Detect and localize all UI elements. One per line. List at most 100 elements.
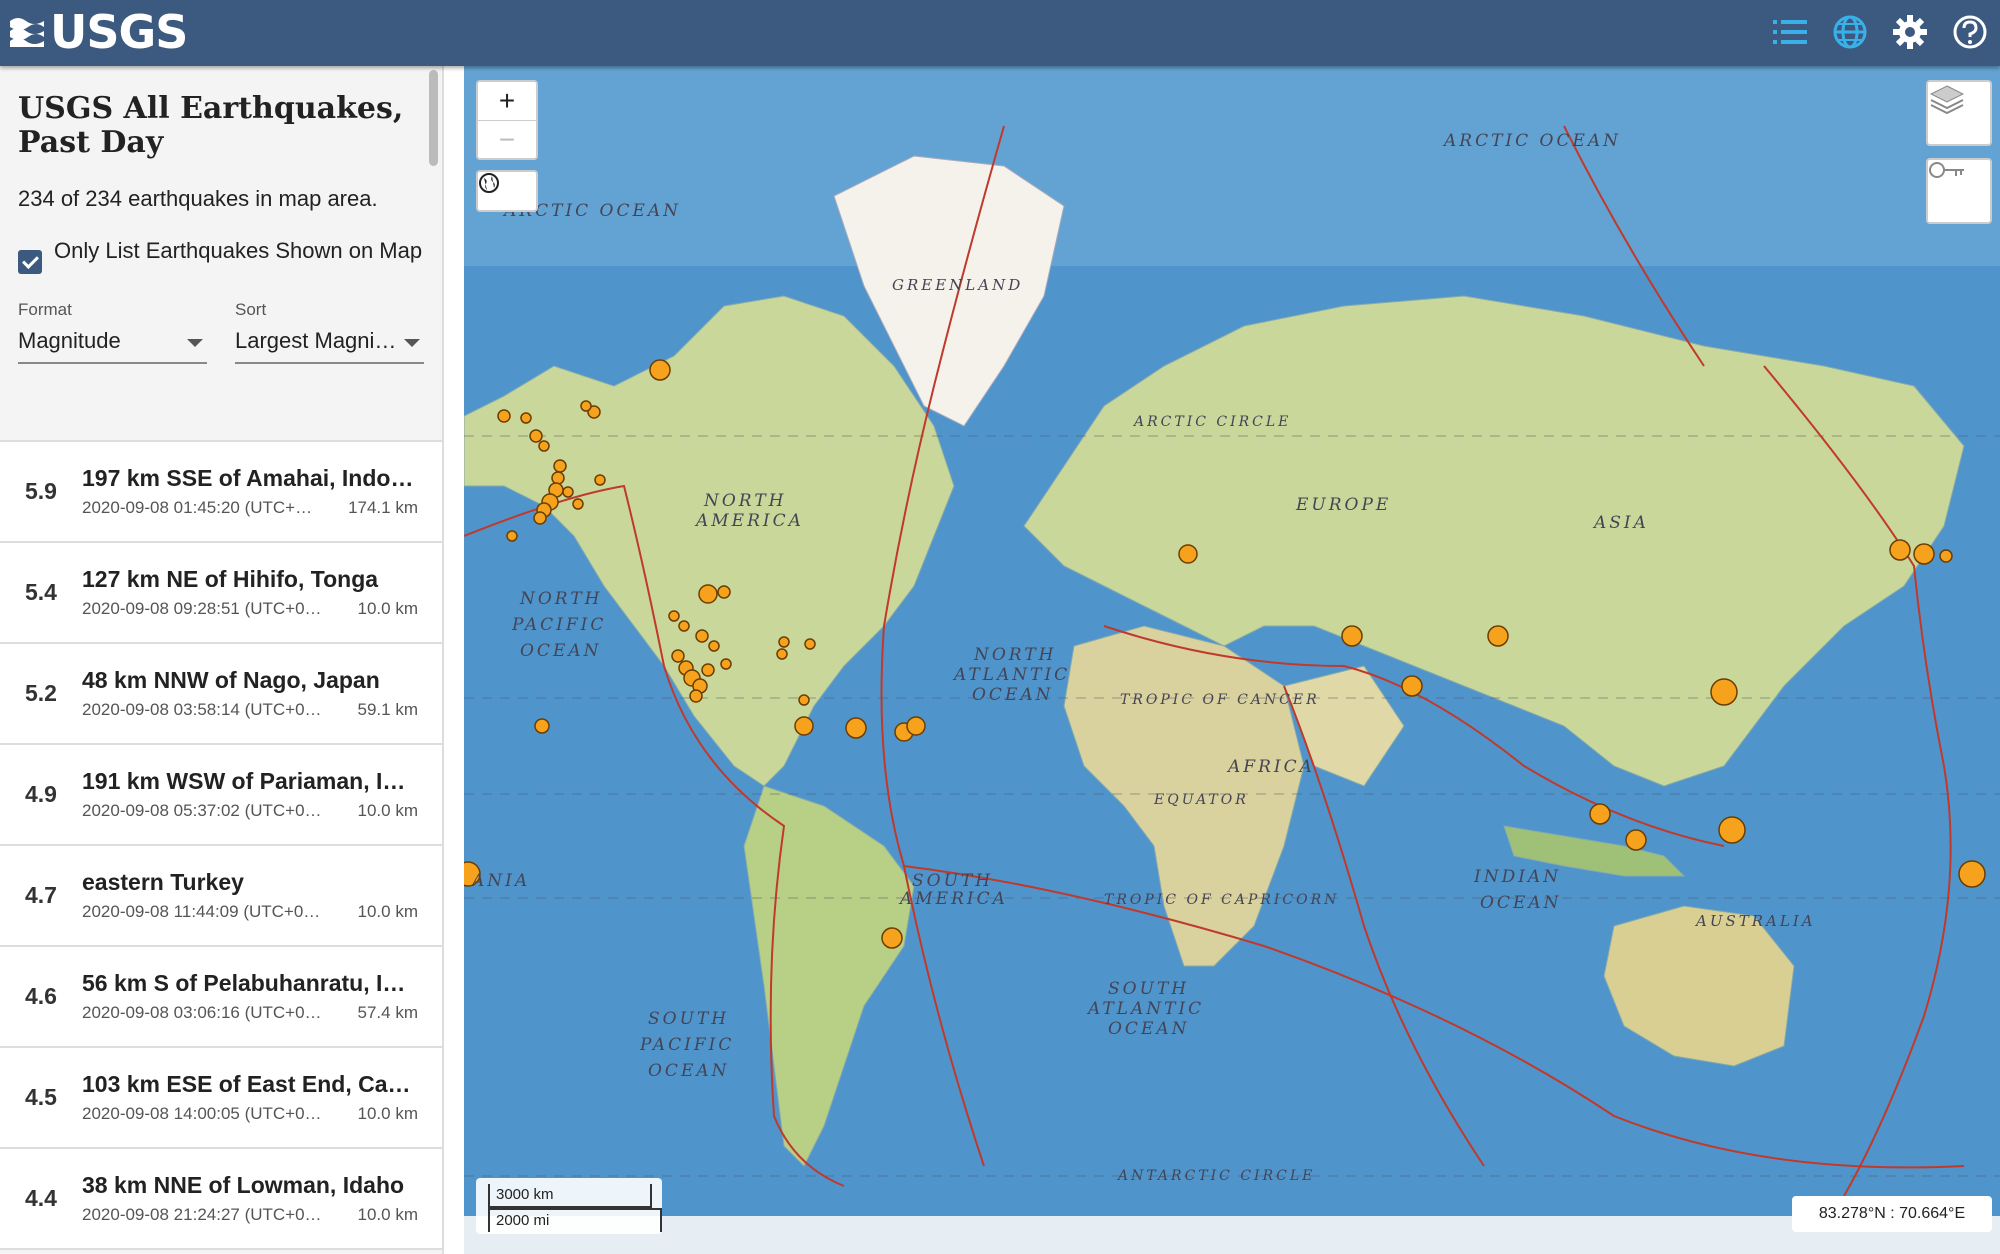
earthquake-list-item[interactable]: 4.9 191 km WSW of Pariaman, In… 2020-09-… [0, 745, 442, 846]
settings-button[interactable] [1886, 8, 1934, 56]
world-map[interactable]: ARCTIC OCEAN ARCTIC OCEAN GREENLAND ARCT… [464, 66, 2000, 1254]
key-icon [1929, 162, 1964, 178]
earthquake-marker[interactable] [1401, 675, 1423, 697]
earthquake-marker[interactable] [720, 658, 732, 670]
earthquake-marker[interactable] [798, 694, 810, 706]
sort-select[interactable]: Sort Largest Magni… [235, 300, 424, 364]
top-bar: USGS [0, 0, 2000, 66]
eq-time: 2020-09-08 03:58:14 (UTC+0… [82, 700, 322, 719]
eq-place: 56 km S of Pelabuhanratu, In… [82, 970, 418, 996]
only-list-label: Only List Earthquakes Shown on Map [54, 238, 423, 263]
earthquake-marker[interactable] [689, 689, 703, 703]
earthquake-marker[interactable] [881, 927, 903, 949]
earthquake-marker[interactable] [1710, 678, 1738, 706]
earthquake-marker[interactable] [1625, 829, 1647, 851]
globe-icon [479, 173, 499, 193]
eq-magnitude: 4.5 [25, 1084, 57, 1110]
sidebar-scrollbar[interactable] [429, 70, 438, 166]
earthquake-marker[interactable] [533, 511, 547, 525]
eq-time: 2020-09-08 14:00:05 (UTC+0… [82, 1104, 322, 1123]
earthquake-marker[interactable] [1178, 544, 1198, 564]
earthquake-marker[interactable] [580, 400, 592, 412]
label-south-atlantic-2: ATLANTIC [1086, 999, 1204, 1019]
earthquake-marker[interactable] [1487, 625, 1509, 647]
earthquake-marker[interactable] [529, 429, 543, 443]
earthquake-marker[interactable] [717, 585, 731, 599]
usgs-logo[interactable]: USGS [8, 5, 188, 59]
map-view-button[interactable] [1826, 8, 1874, 56]
label-north-atlantic-2: ATLANTIC [952, 665, 1070, 685]
earthquake-marker[interactable] [520, 412, 532, 424]
earthquake-marker[interactable] [1718, 816, 1746, 844]
label-indian-ocean-2: OCEAN [1480, 893, 1562, 913]
sort-label: Sort [235, 300, 267, 319]
earthquake-marker[interactable] [845, 717, 867, 739]
layers-icon [1929, 85, 1965, 115]
earthquake-list-item[interactable]: 4.4 38 km NNE of Lowman, Idaho 2020-09-0… [0, 1149, 442, 1250]
earthquake-marker[interactable] [534, 718, 550, 734]
help-button[interactable] [1946, 8, 1994, 56]
zoom-out-button[interactable]: − [478, 120, 536, 159]
earthquake-marker[interactable] [906, 716, 926, 736]
label-north-pacific-2: PACIFIC [511, 615, 606, 635]
earthquake-marker[interactable] [678, 620, 690, 632]
earthquake-marker[interactable] [1341, 625, 1363, 647]
earthquake-marker[interactable] [538, 440, 550, 452]
label-north-america-1: NORTH [703, 491, 786, 511]
earthquake-marker[interactable] [698, 584, 718, 604]
sort-value[interactable]: Largest Magni… [235, 328, 424, 364]
world-view-button[interactable] [476, 170, 538, 212]
earthquake-marker[interactable] [668, 610, 680, 622]
earthquake-marker[interactable] [1889, 539, 1911, 561]
earthquake-marker[interactable] [794, 716, 814, 736]
earthquake-marker[interactable] [497, 409, 511, 423]
eq-place: 197 km SSE of Amahai, Indon… [82, 465, 418, 491]
earthquake-list-item[interactable]: 5.4 127 km NE of Hihifo, Tonga 2020-09-0… [0, 543, 442, 644]
scale-mi: 2000 mi [488, 1208, 662, 1232]
earthquake-list-item[interactable]: 4.7 eastern Turkey 2020-09-08 11:44:09 (… [0, 846, 442, 947]
earthquake-marker[interactable] [1589, 803, 1611, 825]
earthquake-marker[interactable] [671, 649, 685, 663]
gear-icon [1893, 15, 1927, 49]
earthquake-marker[interactable] [572, 498, 584, 510]
zoom-in-button[interactable]: + [478, 82, 536, 120]
label-north-atlantic-3: OCEAN [972, 685, 1054, 705]
label-south-pacific-2: PACIFIC [639, 1035, 734, 1055]
layers-button[interactable] [1926, 80, 1992, 146]
earthquake-marker[interactable] [778, 636, 790, 648]
legend-button[interactable] [1926, 158, 1992, 224]
list-view-button[interactable] [1766, 8, 1814, 56]
earthquake-marker[interactable] [776, 648, 788, 660]
earthquake-list-item[interactable]: 4.6 56 km S of Pelabuhanratu, In… 2020-0… [0, 947, 442, 1048]
earthquake-list-item[interactable]: 4.5 103 km ESE of East End, Cay… 2020-09… [0, 1048, 442, 1149]
earthquake-marker[interactable] [695, 629, 709, 643]
eq-magnitude: 4.6 [25, 983, 57, 1009]
usgs-wave-icon [10, 18, 44, 47]
only-list-shown-toggle[interactable]: Only List Earthquakes Shown on Map [18, 234, 424, 274]
map-canvas[interactable]: ARCTIC OCEAN ARCTIC OCEAN GREENLAND ARCT… [464, 66, 2000, 1254]
checkbox-checked-icon[interactable] [18, 250, 42, 274]
earthquake-marker[interactable] [649, 359, 671, 381]
label-south-america-1: SOUTH [912, 871, 993, 891]
earthquake-marker[interactable] [551, 471, 565, 485]
eq-place: 48 km NNW of Nago, Japan [82, 667, 380, 693]
earthquake-marker[interactable] [1913, 543, 1935, 565]
earthquake-marker[interactable] [553, 459, 567, 473]
earthquake-list-item[interactable]: 5.9 197 km SSE of Amahai, Indon… 2020-09… [0, 442, 442, 543]
label-equator: EQUATOR [1153, 792, 1249, 808]
earthquake-marker[interactable] [562, 486, 574, 498]
earthquake-marker[interactable] [506, 530, 518, 542]
earthquake-marker[interactable] [1958, 860, 1986, 888]
format-value[interactable]: Magnitude [18, 328, 207, 364]
earthquake-marker[interactable] [804, 638, 816, 650]
format-select[interactable]: Format Magnitude [18, 300, 207, 364]
earthquake-marker[interactable] [701, 663, 715, 677]
earthquake-marker[interactable] [708, 640, 720, 652]
earthquake-list-item[interactable]: 5.2 48 km NNW of Nago, Japan 2020-09-08 … [0, 644, 442, 745]
eq-depth: 10.0 km [357, 801, 418, 820]
earthquake-marker[interactable] [594, 474, 606, 486]
earthquake-sidebar: USGS All Earthquakes, Past Day 234 of 23… [0, 66, 444, 1254]
eq-place: eastern Turkey [82, 869, 244, 895]
earthquake-marker[interactable] [1939, 549, 1953, 563]
format-label: Format [18, 300, 72, 319]
